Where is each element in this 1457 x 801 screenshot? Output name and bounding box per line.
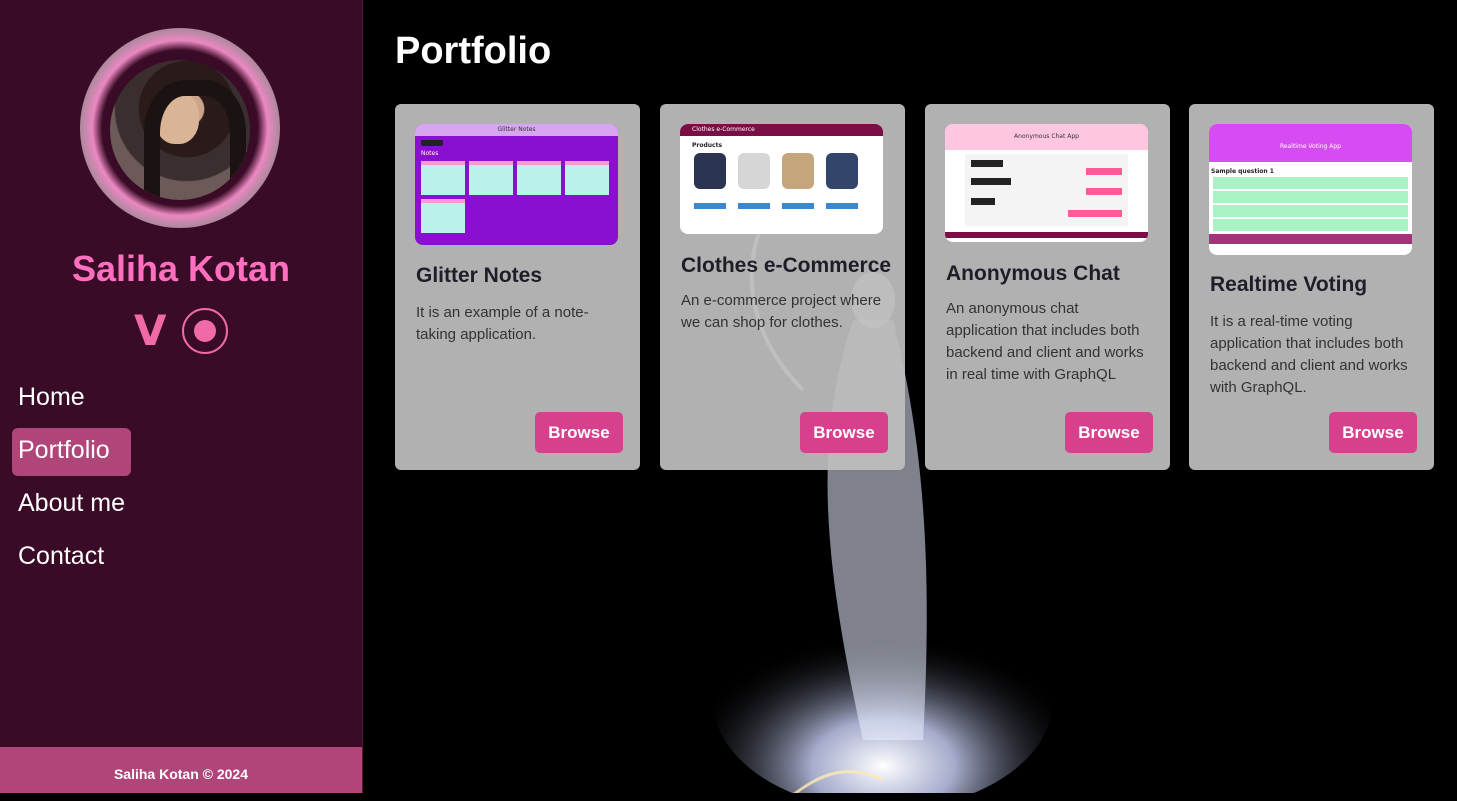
main-content: Portfolio Glitter Notes Notes Glitter No… xyxy=(363,0,1457,793)
card-description: An e-commerce project where we can shop … xyxy=(681,292,882,331)
avatar-photo xyxy=(110,60,250,200)
thumb-note xyxy=(469,161,513,195)
project-thumbnail: Clothes e-Commerce Products xyxy=(680,124,883,234)
nav-item-about-me[interactable]: About me xyxy=(12,481,131,529)
thumb-header: Glitter Notes xyxy=(415,124,618,136)
thumb-message-right xyxy=(1086,188,1122,195)
sidebar-nav: Home Portfolio About me Contact xyxy=(12,375,132,587)
card-title: Realtime Voting xyxy=(1210,273,1368,296)
thumb-note xyxy=(421,199,465,233)
browse-button[interactable]: Browse xyxy=(800,412,888,453)
thumb-vote-option xyxy=(1213,219,1408,231)
badges: V xyxy=(134,308,228,354)
card-description: It is a real-time voting application tha… xyxy=(1210,313,1408,396)
project-card-clothes-ecommerce: Clothes e-Commerce Products Clothes e-Co… xyxy=(660,104,905,470)
thumb-product-button xyxy=(738,203,770,209)
project-card-realtime-voting: Realtime Voting App Sample question 1 Re… xyxy=(1189,104,1434,470)
avatar xyxy=(80,28,280,228)
thumb-products xyxy=(694,153,869,189)
thumb-vote-option xyxy=(1213,205,1408,217)
card-title: Anonymous Chat xyxy=(946,262,1120,285)
thumb-product-button xyxy=(782,203,814,209)
thumb-message-right xyxy=(1068,210,1122,217)
thumb-button xyxy=(421,140,443,146)
project-card-anonymous-chat: Anonymous Chat App Anonymous Chat An ano… xyxy=(925,104,1170,470)
thumb-note xyxy=(517,161,561,195)
thumb-message-left xyxy=(971,178,1011,185)
thumb-section: Notes xyxy=(421,150,439,157)
thumb-message-left xyxy=(971,160,1003,167)
thumb-product xyxy=(694,153,726,189)
project-thumbnail: Glitter Notes Notes xyxy=(415,124,618,245)
thumb-chat-area xyxy=(965,154,1128,226)
thumb-section: Sample question 1 xyxy=(1211,168,1274,175)
thumb-footer xyxy=(1209,234,1412,244)
browse-button[interactable]: Browse xyxy=(1065,412,1153,453)
nav-item-contact[interactable]: Contact xyxy=(12,534,131,582)
thumb-product xyxy=(738,153,770,189)
card-description: An anonymous chat application that inclu… xyxy=(946,300,1144,383)
thumb-product-button xyxy=(694,203,726,209)
page-title: Portfolio xyxy=(395,30,552,72)
sidebar: Saliha Kotan V Home Portfolio About me C… xyxy=(0,0,363,793)
nav-item-portfolio[interactable]: Portfolio xyxy=(12,428,132,476)
vegan-icon: V xyxy=(134,306,167,355)
thumb-notes-grid xyxy=(421,161,612,233)
thumb-header: Anonymous Chat App xyxy=(945,124,1148,150)
thumb-note xyxy=(421,161,465,195)
profile-name: Saliha Kotan xyxy=(71,248,291,289)
thumb-section: Products xyxy=(692,142,723,149)
project-thumbnail: Anonymous Chat App xyxy=(945,124,1148,242)
browse-button[interactable]: Browse xyxy=(535,412,623,453)
thumb-product-buttons xyxy=(694,203,869,209)
card-title: Glitter Notes xyxy=(416,264,543,287)
cruelty-free-icon xyxy=(182,308,228,354)
thumb-header: Clothes e-Commerce xyxy=(680,124,883,136)
thumb-vote-option xyxy=(1213,191,1408,203)
thumb-footer xyxy=(945,232,1148,238)
thumb-note xyxy=(565,161,609,195)
project-card-glitter-notes: Glitter Notes Notes Glitter Notes It is … xyxy=(395,104,640,470)
card-description: It is an example of a note-taking applic… xyxy=(416,304,589,343)
browse-button[interactable]: Browse xyxy=(1329,412,1417,453)
thumb-header: Realtime Voting App xyxy=(1209,124,1412,162)
thumb-message-left xyxy=(971,198,995,205)
thumb-product xyxy=(826,153,858,189)
thumb-message-right xyxy=(1086,168,1122,175)
project-thumbnail: Realtime Voting App Sample question 1 xyxy=(1209,124,1412,255)
thumb-product xyxy=(782,153,814,189)
card-title: Clothes e-Commerce xyxy=(681,254,892,277)
nav-item-home[interactable]: Home xyxy=(12,375,131,423)
sidebar-footer: Saliha Kotan © 2024 xyxy=(0,747,362,793)
thumb-product-button xyxy=(826,203,858,209)
thumb-vote-option xyxy=(1213,177,1408,189)
